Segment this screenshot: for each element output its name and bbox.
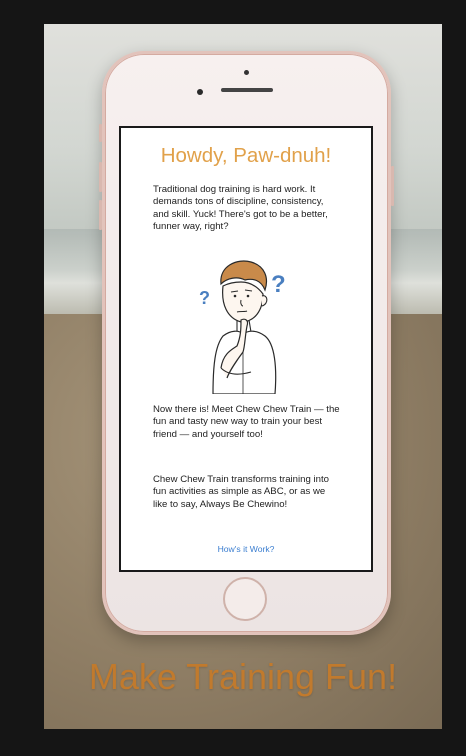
phone-volume-up [99,162,102,192]
phone-side-button [99,124,102,142]
page-title: Howdy, Paw-dnuh! [160,144,332,167]
question-mark-left: ? [199,288,210,308]
promo-tagline: Make Training Fun! [88,656,398,697]
home-button[interactable] [223,577,267,621]
question-mark-right: ? [271,271,286,298]
intro-paragraph: Traditional dog training is hard work. I… [153,184,328,233]
confused-man-illustration: ? ? [199,260,286,394]
phone-volume-down [99,200,102,230]
phone-speaker [221,88,273,92]
phone-power-button [391,166,394,206]
promo-background: Howdy, Paw-dnuh! Traditional dog trainin… [44,24,442,729]
hows-it-work-link[interactable]: How's it Work? [121,544,371,554]
meet-paragraph: Now there is! Meet Chew Chew Train — the… [153,404,340,440]
phone-camera [244,70,249,75]
transforms-paragraph: Chew Chew Train transforms training into… [153,474,329,510]
front-camera [197,89,203,95]
app-screen: Howdy, Paw-dnuh! Traditional dog trainin… [119,126,373,572]
phone-mockup: Howdy, Paw-dnuh! Traditional dog trainin… [99,51,394,635]
